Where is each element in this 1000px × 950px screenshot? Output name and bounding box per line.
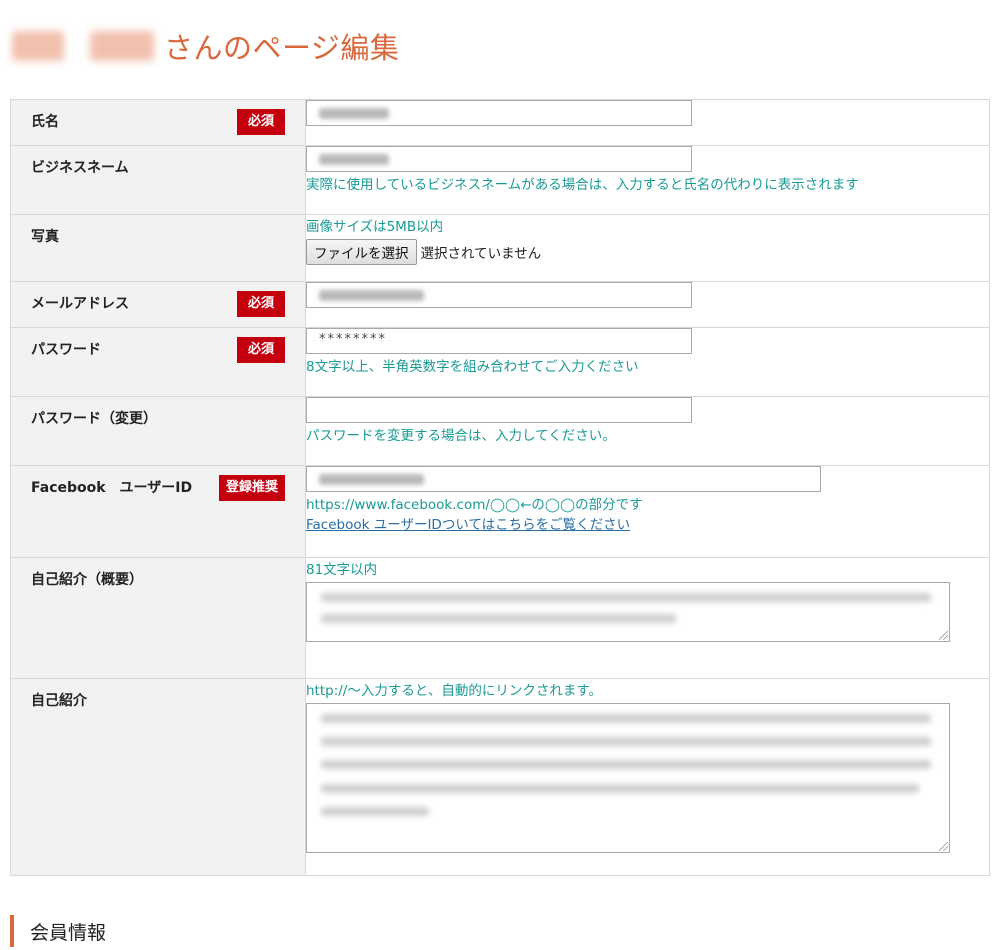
field-cell-photo: 画像サイズは5MB以内 ファイルを選択 選択されていません [305, 214, 990, 282]
facebook-hint: https://www.facebook.com/◯◯←の◯◯の部分です [306, 497, 643, 513]
field-cell-name [305, 99, 990, 146]
row-email: メールアドレス 必須 [10, 281, 990, 328]
row-intro: 自己紹介 http://～入力すると、自動的にリンクされます。 [10, 678, 990, 876]
intro-textarea[interactable] [306, 703, 950, 853]
password-change-input[interactable] [306, 397, 692, 423]
redacted-value [319, 474, 424, 485]
field-cell-intro-summary: 81文字以内 [305, 557, 990, 679]
name-input[interactable] [306, 100, 692, 126]
password-value: ******** [319, 332, 387, 347]
field-label-password: パスワード [31, 342, 101, 358]
field-label-email: メールアドレス [31, 296, 129, 312]
label-cell-intro-summary: 自己紹介（概要） [10, 557, 306, 679]
choose-file-button[interactable]: ファイルを選択 [306, 239, 417, 265]
required-badge: 必須 [237, 291, 285, 317]
redacted-text-line [321, 714, 931, 723]
password-change-hint: パスワードを変更する場合は、入力してください。 [306, 428, 616, 444]
label-cell-business-name: ビジネスネーム [10, 145, 306, 215]
redacted-text-line [321, 614, 676, 623]
field-label-photo: 写真 [31, 229, 59, 245]
field-cell-password-change: パスワードを変更する場合は、入力してください。 [305, 396, 990, 466]
redacted-text-line [321, 593, 931, 602]
facebook-id-input[interactable] [306, 466, 821, 492]
page-title-suffix: さんのページ編集 [164, 31, 400, 65]
label-cell-intro: 自己紹介 [10, 678, 306, 876]
redacted-value [319, 154, 389, 165]
section-heading-member-info: 会員情報 [10, 915, 106, 947]
label-cell-photo: 写真 [10, 214, 306, 282]
business-name-input[interactable] [306, 146, 692, 172]
file-chooser: ファイルを選択 選択されていません [306, 239, 989, 265]
label-cell-password: パスワード 必須 [10, 327, 306, 397]
row-photo: 写真 画像サイズは5MB以内 ファイルを選択 選択されていません [10, 214, 990, 282]
redacted-value [319, 290, 424, 301]
row-password-change: パスワード（変更） パスワードを変更する場合は、入力してください。 [10, 396, 990, 466]
row-name: 氏名 必須 [10, 99, 990, 146]
intro-summary-textarea[interactable] [306, 582, 950, 642]
business-name-hint: 実際に使用しているビジネスネームがある場合は、入力すると氏名の代わりに表示されま… [306, 177, 859, 193]
field-cell-intro: http://～入力すると、自動的にリンクされます。 [305, 678, 990, 876]
intro-hint: http://～入力すると、自動的にリンクされます。 [306, 683, 602, 699]
profile-edit-form: 氏名 必須 ビジネスネーム 実際に使用しているビジネスネームがある場合は、入力す… [10, 99, 990, 876]
resize-handle[interactable] [939, 631, 948, 640]
required-badge: 必須 [237, 337, 285, 363]
required-badge: 必須 [237, 109, 285, 135]
label-cell-facebook: Facebook ユーザーID 登録推奨 [10, 465, 306, 558]
redacted-text-line [321, 807, 429, 816]
redacted-value [319, 108, 389, 119]
redacted-text-line [321, 760, 931, 769]
field-label-intro: 自己紹介 [31, 693, 87, 709]
email-input[interactable] [306, 282, 692, 308]
field-label-intro-summary: 自己紹介（概要） [31, 572, 143, 588]
row-password: パスワード 必須 ******** 8文字以上、半角英数字を組み合わせてご入力く… [10, 327, 990, 397]
redacted-surname [12, 31, 64, 61]
file-status: 選択されていません [420, 246, 542, 262]
row-intro-summary: 自己紹介（概要） 81文字以内 [10, 557, 990, 679]
recommended-badge: 登録推奨 [218, 475, 285, 501]
label-cell-password-change: パスワード（変更） [10, 396, 306, 466]
row-facebook: Facebook ユーザーID 登録推奨 https://www.faceboo… [10, 465, 990, 558]
field-label-password-change: パスワード（変更） [31, 411, 157, 427]
password-hint: 8文字以上、半角英数字を組み合わせてご入力ください [306, 359, 639, 375]
redacted-given-name [90, 31, 154, 61]
redacted-text-line [321, 784, 919, 793]
redacted-text-line [321, 737, 931, 746]
field-label-facebook: Facebook ユーザーID [31, 480, 193, 496]
facebook-help-link[interactable]: Facebook ユーザーIDついてはこちらをご覧ください [306, 515, 630, 535]
field-cell-facebook: https://www.facebook.com/◯◯←の◯◯の部分です Fac… [305, 465, 990, 558]
photo-hint: 画像サイズは5MB以内 [306, 219, 444, 235]
field-cell-password: ******** 8文字以上、半角英数字を組み合わせてご入力ください [305, 327, 990, 397]
field-label-business-name: ビジネスネーム [31, 160, 129, 176]
resize-handle[interactable] [939, 842, 948, 851]
label-cell-email: メールアドレス 必須 [10, 281, 306, 328]
field-label-name: 氏名 [31, 114, 59, 130]
page-title: さんのページ編集 [8, 24, 399, 68]
field-cell-email [305, 281, 990, 328]
label-cell-name: 氏名 必須 [10, 99, 306, 146]
password-input[interactable]: ******** [306, 328, 692, 354]
row-business-name: ビジネスネーム 実際に使用しているビジネスネームがある場合は、入力すると氏名の代… [10, 145, 990, 215]
intro-summary-hint: 81文字以内 [306, 562, 378, 578]
field-cell-business-name: 実際に使用しているビジネスネームがある場合は、入力すると氏名の代わりに表示されま… [305, 145, 990, 215]
